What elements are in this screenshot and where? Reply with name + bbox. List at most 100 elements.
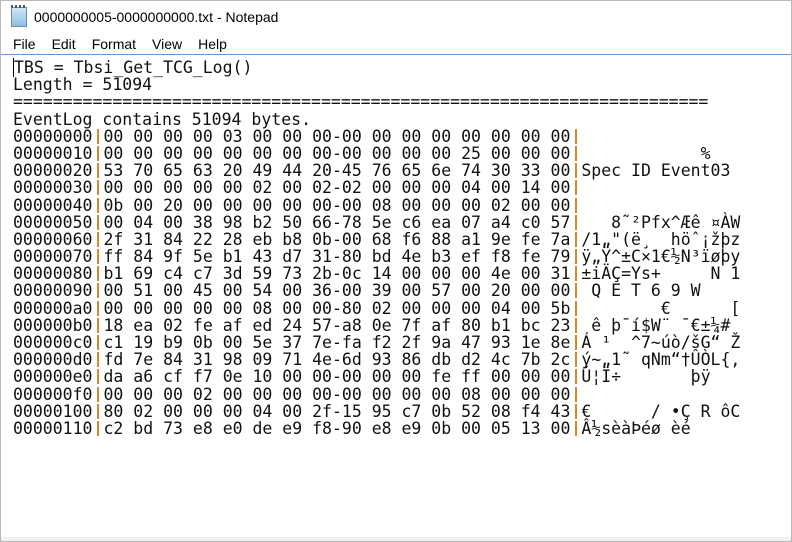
- hex-bytes: da a6 cf f7 0e 10 00 00-00 00 00 fe ff 0…: [103, 367, 571, 387]
- hex-row: 00000090 00 51 00 45 00 54 00 36-00 39 00…: [13, 282, 791, 299]
- hex-row: 000000c0 c1 19 b9 0b 00 5e 37 7e-fa f2 2f…: [13, 334, 791, 351]
- column-separator: [97, 369, 100, 385]
- hex-address: 00000050: [13, 212, 93, 232]
- hex-row: 000000a0 00 00 00 00 00 08 00 00-80 02 00…: [13, 300, 791, 317]
- ascii-text: € [: [581, 298, 741, 318]
- menu-help[interactable]: Help: [190, 36, 235, 52]
- menu-format[interactable]: Format: [84, 36, 144, 52]
- hex-bytes: 00 00 00 00 00 08 00 00-80 02 00 00 00 0…: [103, 298, 571, 318]
- ascii-text: ±iÄÇ=Ys+ N 1: [581, 264, 741, 284]
- ascii-text: ê þ¯í$W¨ ¯€±¼#: [581, 315, 731, 335]
- column-separator: [575, 386, 578, 402]
- ascii-text: 8˜²Pfx^Æê ¤ÀW: [581, 212, 741, 232]
- hex-row: 00000110 c2 bd 73 e8 e0 de e9 f8-90 e8 e9…: [13, 420, 791, 437]
- hex-bytes: 2f 31 84 22 28 eb b8 0b-00 68 f6 88 a1 9…: [103, 229, 571, 249]
- column-separator: [97, 386, 100, 402]
- column-separator: [97, 214, 100, 230]
- hex-address: 000000a0: [13, 298, 93, 318]
- column-separator: [575, 335, 578, 350]
- hex-address: 00000060: [13, 229, 93, 249]
- ascii-text: € / •Ç R ôC: [581, 401, 741, 421]
- ascii-text: ý~„1˜ qNm“†ÛÒL{,: [581, 350, 741, 370]
- column-separator: [97, 231, 100, 247]
- header-line: Length = 51094: [13, 75, 153, 95]
- hex-bytes: fd 7e 84 31 98 09 71 4e-6d 93 86 db d2 4…: [103, 350, 571, 370]
- hex-address: 000000e0: [13, 367, 93, 387]
- menu-bar: File Edit Format View Help: [1, 33, 791, 55]
- column-separator: [575, 145, 578, 161]
- column-separator: [575, 197, 578, 213]
- status-edge: [1, 537, 791, 541]
- hex-address: 000000f0: [13, 384, 93, 404]
- ascii-text: Ú¦Ï÷ þÿ: [581, 367, 711, 387]
- column-separator: [97, 163, 100, 179]
- hex-row: 000000f0 00 00 00 02 00 00 00 00-00 00 00…: [13, 384, 791, 404]
- column-separator: [97, 128, 100, 144]
- window-title: 0000000005-0000000000.txt - Notepad: [34, 9, 279, 25]
- hex-address: 000000d0: [13, 350, 93, 370]
- ascii-text: ÿ„Ÿ^±C×1€½N³ïøþy: [581, 247, 741, 267]
- hex-bytes: 00 04 00 38 98 b2 50 66-78 5e c6 ea 07 a…: [103, 212, 571, 232]
- hex-address: 00000020: [13, 161, 93, 181]
- column-separator: [97, 300, 100, 316]
- column-separator: [575, 266, 578, 282]
- column-separator: [97, 180, 100, 196]
- column-separator: [97, 403, 100, 419]
- ascii-text: Spec ID Event03: [581, 161, 731, 181]
- column-separator: [97, 197, 100, 213]
- column-separator: [575, 420, 578, 436]
- hex-bytes: 00 51 00 45 00 54 00 36-00 39 00 57 00 2…: [103, 281, 571, 301]
- text-editor[interactable]: TBS = Tbsi_Get_TCG_Log() Length = 51094 …: [1, 55, 791, 437]
- hex-row: 00000070 ff 84 9f 5e b1 43 d7 31-80 bd 4e…: [13, 248, 791, 265]
- hex-address: 00000030: [13, 178, 93, 198]
- column-separator: [97, 420, 100, 436]
- column-separator: [575, 403, 578, 419]
- hex-row: 00000030 00 00 00 00 00 02 00 02-02 00 00…: [13, 179, 791, 196]
- menu-edit[interactable]: Edit: [44, 36, 84, 52]
- menu-view[interactable]: View: [144, 36, 190, 52]
- title-bar: 0000000005-0000000000.txt - Notepad: [1, 1, 791, 33]
- hex-bytes: 18 ea 02 fe af ed 24 57-a8 0e 7f af 80 b…: [103, 315, 571, 335]
- hex-bytes: c1 19 b9 0b 00 5e 37 7e-fa f2 2f 9a 47 9…: [103, 333, 571, 352]
- hex-row: 00000020 53 70 65 63 20 49 44 20-45 76 65…: [13, 162, 791, 179]
- ascii-text: Q E T 6 9 W: [581, 281, 701, 301]
- column-separator: [97, 249, 100, 265]
- separator-line: ========================================…: [13, 92, 709, 112]
- column-separator: [575, 317, 578, 333]
- column-separator: [575, 214, 578, 230]
- hex-bytes: 0b 00 20 00 00 00 00 00-00 08 00 00 00 0…: [103, 195, 571, 215]
- hex-bytes: 00 00 00 02 00 00 00 00-00 00 00 00 08 0…: [103, 384, 571, 404]
- column-separator: [97, 335, 100, 350]
- hex-bytes: 80 02 00 00 00 04 00 2f-15 95 c7 0b 52 0…: [103, 401, 571, 421]
- hex-row: 00000060 2f 31 84 22 28 eb b8 0b-00 68 f6…: [13, 231, 791, 248]
- hex-row: 00000050 00 04 00 38 98 b2 50 66-78 5e c6…: [13, 214, 791, 231]
- column-separator: [575, 231, 578, 247]
- hex-address: 00000110: [13, 418, 93, 438]
- column-separator: [97, 352, 100, 368]
- column-separator: [575, 163, 578, 179]
- hex-bytes: 53 70 65 63 20 49 44 20-45 76 65 6e 74 3…: [103, 161, 571, 181]
- hex-row: 00000040 0b 00 20 00 00 00 00 00-00 08 00…: [13, 195, 791, 215]
- hex-address: 00000040: [13, 195, 93, 215]
- column-separator: [97, 266, 100, 282]
- column-separator: [575, 128, 578, 144]
- column-separator: [97, 283, 100, 299]
- hex-bytes: c2 bd 73 e8 e0 de e9 f8-90 e8 e9 0b 00 0…: [103, 418, 571, 438]
- header-line: EventLog contains 51094 bytes.: [13, 109, 312, 129]
- hex-bytes: 00 00 00 00 00 00 00 00-00 00 00 00 25 0…: [103, 143, 571, 163]
- ascii-text: Á ¹ ^7~úò/šG“ Ž: [581, 333, 741, 352]
- column-separator: [575, 283, 578, 299]
- hex-address: 00000100: [13, 401, 93, 421]
- ascii-text: Â½sèàÞéø èé: [581, 418, 691, 438]
- notepad-icon: [11, 5, 27, 27]
- hex-address: 000000b0: [13, 315, 93, 335]
- hex-bytes: 00 00 00 00 03 00 00 00-00 00 00 00 00 0…: [103, 126, 571, 146]
- ascii-text: %: [581, 143, 711, 163]
- header-text: TBS = Tbsi_Get_TCG_Log(): [14, 58, 253, 77]
- hex-address: 00000000: [13, 126, 93, 146]
- hex-rows: 00000000 00 00 00 00 03 00 00 00-00 00 00…: [13, 128, 791, 437]
- hex-bytes: 00 00 00 00 00 02 00 02-02 00 00 00 04 0…: [103, 178, 571, 198]
- column-separator: [97, 145, 100, 161]
- menu-file[interactable]: File: [5, 36, 44, 52]
- hex-address: 00000080: [13, 264, 93, 284]
